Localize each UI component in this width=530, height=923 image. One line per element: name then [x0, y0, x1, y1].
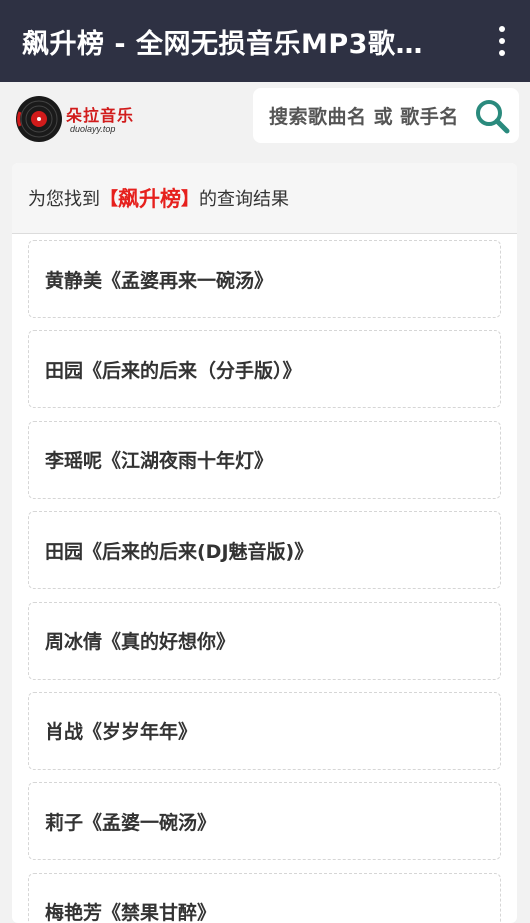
song-item[interactable]: 肖战《岁岁年年》 — [28, 691, 501, 770]
more-vertical-icon[interactable] — [494, 26, 510, 56]
results-suffix: 的查询结果 — [199, 189, 289, 210]
search-input[interactable]: 搜索歌曲名 或 歌手名 — [253, 88, 519, 143]
site-logo[interactable]: 朵拉音乐 duolayy.top — [14, 94, 139, 144]
song-list: 黄静美《孟婆再来一碗汤》 田园《后来的后来（分手版）》 李瑶呢《江湖夜雨十年灯》… — [28, 240, 501, 923]
song-item[interactable]: 李瑶呢《江湖夜雨十年灯》 — [28, 420, 501, 499]
results-panel: 为您找到【飙升榜】的查询结果 黄静美《孟婆再来一碗汤》 田园《后来的后来（分手版… — [12, 163, 517, 923]
song-item[interactable]: 田园《后来的后来(DJ魅音版)》 — [28, 511, 501, 590]
results-keyword: 飙升榜 — [118, 187, 181, 211]
app-bar: 飙升榜 - 全网无损音乐MP3歌曲免费下载 — [0, 0, 530, 82]
song-item[interactable]: 周冰倩《真的好想你》 — [28, 601, 501, 680]
results-heading: 为您找到【飙升榜】的查询结果 — [12, 163, 517, 234]
logo-domain: duolayy.top — [70, 124, 116, 134]
bracket-close: 】 — [181, 189, 199, 210]
vinyl-record-icon — [16, 96, 62, 142]
results-prefix: 为您找到 — [28, 189, 100, 210]
song-item[interactable]: 梅艳芳《禁果甘醉》 — [28, 872, 501, 923]
song-item[interactable]: 田园《后来的后来（分手版）》 — [28, 330, 501, 409]
bracket-open: 【 — [100, 189, 118, 210]
search-icon[interactable] — [473, 97, 511, 135]
song-item[interactable]: 黄静美《孟婆再来一碗汤》 — [28, 240, 501, 318]
page-title: 飙升榜 - 全网无损音乐MP3歌曲免费下载 — [22, 28, 442, 60]
logo-name: 朵拉音乐 — [66, 106, 135, 125]
song-item[interactable]: 莉子《孟婆一碗汤》 — [28, 782, 501, 861]
search-placeholder: 搜索歌曲名 或 歌手名 — [269, 106, 459, 128]
